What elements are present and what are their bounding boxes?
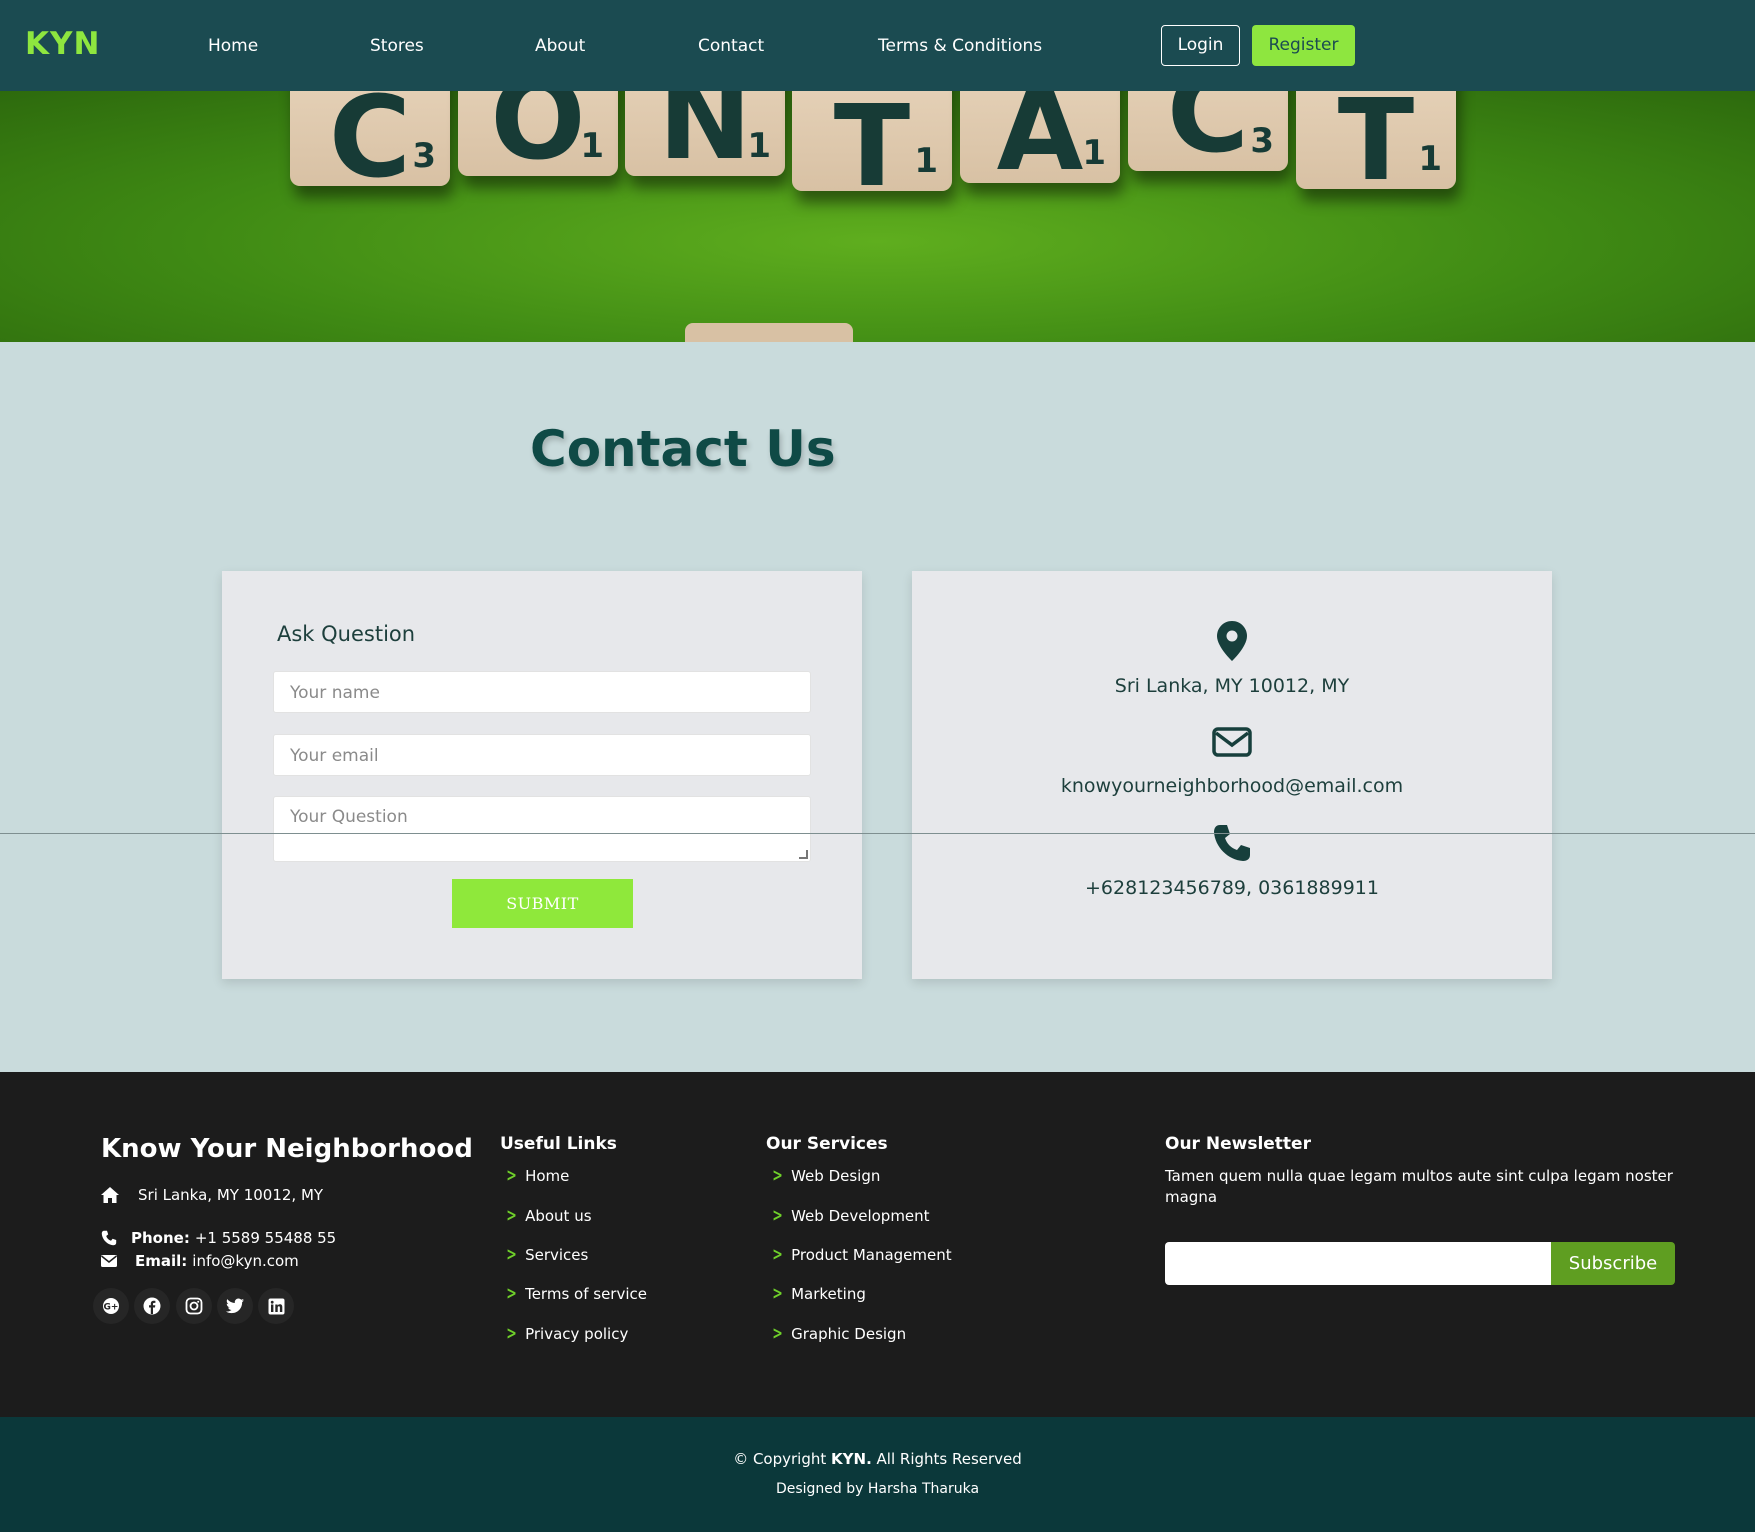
nav-link-home[interactable]: Home: [208, 36, 258, 56]
nav-link-terms[interactable]: Terms & Conditions: [878, 36, 1042, 56]
address-text: Sri Lanka, MY 10012, MY: [1114, 675, 1350, 697]
nav-link-contact[interactable]: Contact: [698, 36, 764, 56]
google-plus-icon[interactable]: G+: [93, 1288, 129, 1324]
chevron-right-icon: >: [772, 1205, 783, 1226]
chevron-right-icon: >: [772, 1323, 783, 1344]
chevron-right-icon: >: [506, 1283, 517, 1304]
useful-links-heading: Useful Links: [500, 1134, 617, 1154]
chevron-right-icon: >: [506, 1323, 517, 1344]
login-button[interactable]: Login: [1161, 25, 1240, 66]
facebook-icon[interactable]: [134, 1288, 170, 1324]
email-text[interactable]: knowyourneighborhood@email.com: [912, 775, 1552, 797]
letter-tile: T 1: [1296, 91, 1456, 197]
question-placeholder: Your Question: [290, 807, 408, 827]
email-input[interactable]: Your email: [273, 734, 811, 776]
home-icon: [101, 1187, 119, 1203]
envelope-icon: [912, 727, 1552, 761]
footer-email-text[interactable]: info@kyn.com: [192, 1252, 298, 1270]
services-heading: Our Services: [766, 1134, 888, 1154]
svg-text:G+: G+: [104, 1303, 119, 1313]
instagram-icon[interactable]: [176, 1288, 212, 1324]
copyright-text: © Copyright KYN. All Rights Reserved: [733, 1450, 1022, 1468]
chevron-right-icon: >: [772, 1165, 783, 1186]
linkedin-icon[interactable]: [258, 1288, 294, 1324]
footer-address: Sri Lanka, MY 10012, MY: [101, 1186, 323, 1204]
designed-by-text: Designed by Harsha Tharuka: [775, 1481, 980, 1497]
footer: Know Your Neighborhood Sri Lanka, MY 100…: [0, 1072, 1755, 1417]
nav-link-stores[interactable]: Stores: [370, 36, 424, 56]
footer-phone: Phone: +1 5589 55488 55: [101, 1229, 336, 1247]
ask-question-card: Ask Question Your name Your email Your Q…: [222, 571, 862, 979]
footer-service-web-design[interactable]: > Web Design: [770, 1165, 880, 1186]
chevron-right-icon: >: [506, 1205, 517, 1226]
phone-icon: [101, 1230, 117, 1246]
logo[interactable]: KYN: [25, 26, 100, 62]
location-pin-icon: [912, 621, 1552, 665]
footer-link-terms[interactable]: > Terms of service: [504, 1283, 647, 1304]
twitter-icon[interactable]: [217, 1288, 253, 1324]
footer-link-privacy[interactable]: > Privacy policy: [504, 1323, 628, 1344]
footer-service-product-management[interactable]: > Product Management: [770, 1244, 951, 1265]
chevron-right-icon: >: [506, 1165, 517, 1186]
resize-grip-icon[interactable]: [799, 850, 808, 859]
newsletter-heading: Our Newsletter: [1165, 1134, 1311, 1154]
phone-icon: [912, 823, 1552, 867]
footer-link-home[interactable]: > Home: [504, 1165, 569, 1186]
letter-tile: C 3: [290, 91, 450, 194]
partial-tile: [685, 323, 853, 342]
navbar: KYN Home Stores About Contact Terms & Co…: [0, 0, 1755, 91]
letter-tile: A 1: [960, 91, 1120, 187]
horizontal-rule: [0, 833, 1755, 834]
chevron-right-icon: >: [772, 1283, 783, 1304]
hero-banner: C 3 O 1 N 1 T 1 A 1 C 3 T 1: [0, 91, 1755, 342]
footer-service-web-development[interactable]: > Web Development: [770, 1205, 929, 1226]
subscribe-button[interactable]: Subscribe: [1551, 1242, 1675, 1285]
phone-label: Phone:: [131, 1229, 190, 1247]
submit-button[interactable]: SUBMIT: [452, 879, 633, 928]
contact-info-card: Sri Lanka, MY 10012, MY knowyourneighbor…: [912, 571, 1552, 979]
name-input[interactable]: Your name: [273, 671, 811, 713]
footer-service-marketing[interactable]: > Marketing: [770, 1283, 866, 1304]
footer-link-services[interactable]: > Services: [504, 1244, 588, 1265]
nav-link-about[interactable]: About: [535, 36, 585, 56]
chevron-right-icon: >: [506, 1244, 517, 1265]
footer-phone-text: +1 5589 55488 55: [194, 1229, 337, 1247]
letter-tile: C 3: [1128, 91, 1288, 171]
designer-link[interactable]: Harsha Tharuka: [868, 1481, 979, 1497]
newsletter-text: Tamen quem nulla quae legam multos aute …: [1165, 1167, 1673, 1206]
footer-address-text: Sri Lanka, MY 10012, MY: [138, 1186, 324, 1204]
footer-link-about[interactable]: > About us: [504, 1205, 591, 1226]
copyright-bar: © Copyright KYN. All Rights Reserved Des…: [0, 1417, 1755, 1532]
letter-tile: T 1: [792, 91, 952, 203]
phone-text[interactable]: +628123456789, 0361889911: [912, 877, 1552, 899]
newsletter-email-input[interactable]: [1165, 1242, 1551, 1285]
letter-tile: O 1: [458, 91, 618, 176]
footer-email: Email: info@kyn.com: [101, 1252, 299, 1270]
form-title: Ask Question: [277, 622, 416, 646]
chevron-right-icon: >: [772, 1244, 783, 1265]
letter-tile: N 1: [625, 91, 785, 176]
footer-service-graphic-design[interactable]: > Graphic Design: [770, 1323, 906, 1344]
email-label: Email:: [135, 1252, 188, 1270]
question-textarea[interactable]: Your Question: [273, 796, 811, 862]
envelope-icon: [101, 1255, 117, 1267]
footer-brand: Know Your Neighborhood: [101, 1134, 473, 1164]
page-title: Contact Us: [530, 420, 836, 478]
register-button[interactable]: Register: [1252, 25, 1355, 66]
